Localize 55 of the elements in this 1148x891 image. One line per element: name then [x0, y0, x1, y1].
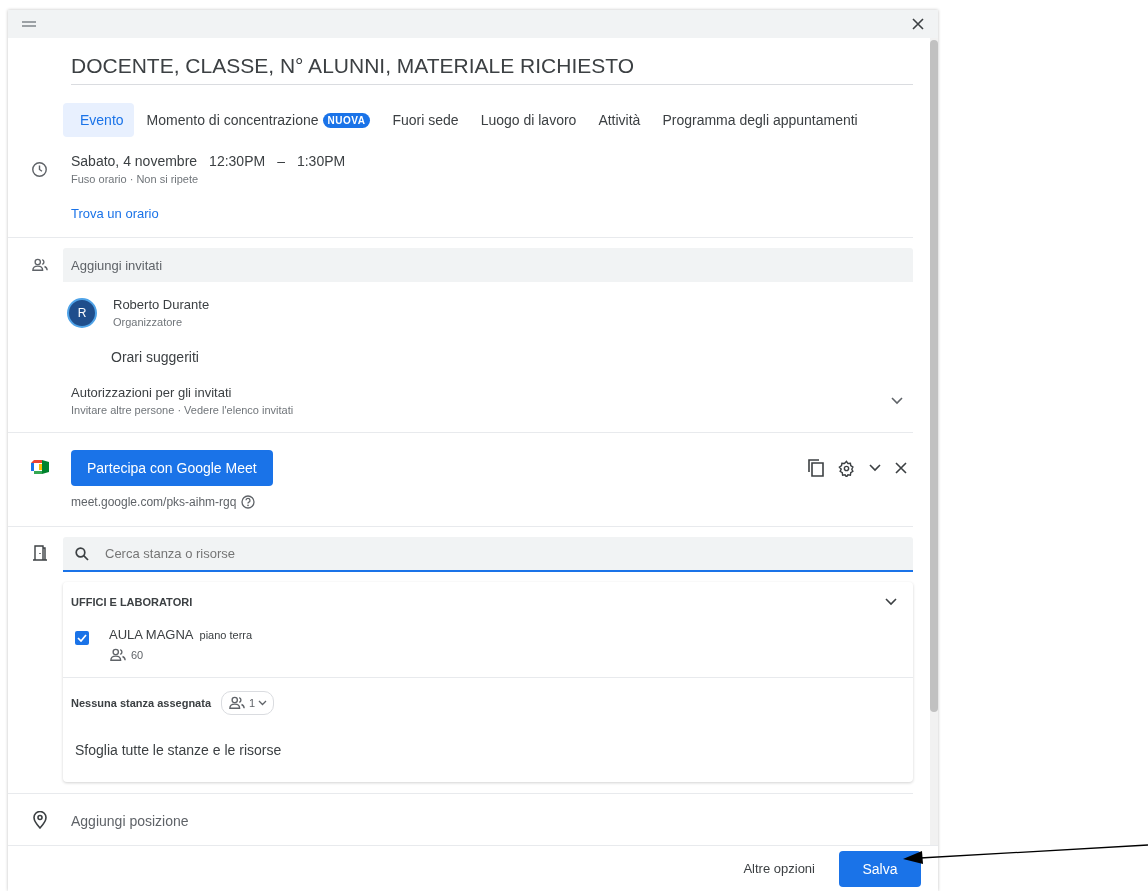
chevron-down-icon[interactable]	[885, 598, 897, 606]
start-time[interactable]: 12:30PM	[209, 153, 266, 169]
event-type-tab[interactable]: Fuori sede	[383, 103, 468, 137]
event-date[interactable]: Sabato, 4 novembre	[71, 153, 198, 169]
capacity-icon	[109, 646, 127, 664]
timezone-repeat-text[interactable]: Fuso orario · Non si ripete	[71, 173, 913, 185]
new-badge: NUOVA	[322, 112, 371, 128]
room-checkbox[interactable]	[75, 631, 89, 645]
event-type-tab[interactable]: Programma degli appuntamenti	[653, 103, 867, 137]
drag-handle-icon[interactable]	[22, 21, 36, 27]
close-icon[interactable]	[895, 462, 907, 474]
end-time[interactable]: 1:30PM	[296, 153, 346, 169]
clock-icon	[31, 161, 48, 178]
search-icon	[75, 546, 89, 561]
guest-permissions-summary: Invitare altre persone · Vedere l'elenco invitati	[71, 404, 294, 416]
add-location-field[interactable]: Aggiungi posizione	[71, 813, 913, 829]
time-separator: –	[277, 153, 285, 169]
suggested-times-link[interactable]: Orari suggeriti	[111, 349, 913, 365]
door-icon	[32, 545, 47, 561]
room-group-title: UFFICI E LABORATORI	[71, 596, 193, 608]
video-camera-icon	[30, 460, 49, 474]
room-capacity: 60	[131, 649, 144, 661]
room-name: AULA MAGNA	[109, 627, 194, 642]
guest-permissions-title[interactable]: Autorizzazioni per gli invitati	[71, 385, 294, 400]
event-title-field[interactable]: DOCENTE, CLASSE, N° ALUNNI, MATERIALE RICHIESTO	[71, 54, 913, 85]
guest-name: Roberto Durante	[113, 297, 210, 312]
save-button[interactable]: Salva	[839, 850, 921, 887]
join-meet-button[interactable]: Partecipa con Google Meet	[71, 450, 273, 486]
room-search-input[interactable]: Cerca stanza o risorse	[103, 545, 913, 562]
location-pin-icon	[32, 811, 47, 829]
event-type-tab[interactable]: Attività	[589, 103, 650, 137]
room-note: piano terra	[199, 629, 253, 641]
event-type-tab[interactable]: Evento	[63, 103, 134, 137]
settings-icon[interactable]	[838, 459, 855, 477]
no-room-text: Nessuna stanza assegnata	[71, 697, 211, 709]
scrollbar-thumb[interactable]	[930, 40, 938, 712]
chevron-down-icon[interactable]	[869, 464, 881, 472]
event-type-tab[interactable]: Momento di concentrazione NUOVA	[137, 103, 380, 137]
find-time-link[interactable]: Trova un orario	[71, 206, 159, 221]
avatar: R	[67, 297, 97, 328]
room-search-field[interactable]: Cerca stanza o risorse	[63, 537, 913, 572]
more-options-button[interactable]: Altre opzioni	[735, 853, 823, 884]
guest-role: Organizzatore	[113, 316, 184, 328]
close-icon[interactable]	[912, 18, 924, 30]
event-type-tab[interactable]: Luogo di lavoro	[471, 103, 586, 137]
help-icon[interactable]	[241, 495, 256, 509]
chevron-down-icon[interactable]	[891, 396, 903, 405]
browse-rooms-link[interactable]: Sfoglia tutte le stanze e le risorse	[63, 715, 913, 782]
caret-icon	[258, 700, 268, 706]
guests-icon	[30, 256, 49, 274]
meet-link[interactable]: meet.google.com/pks-aihm-rgq	[71, 495, 237, 509]
people-icon	[228, 694, 246, 712]
copy-icon[interactable]	[808, 459, 824, 477]
add-guests-field[interactable]: Aggiungi invitati	[63, 248, 913, 282]
attendee-count-chip[interactable]: 1	[221, 691, 275, 715]
